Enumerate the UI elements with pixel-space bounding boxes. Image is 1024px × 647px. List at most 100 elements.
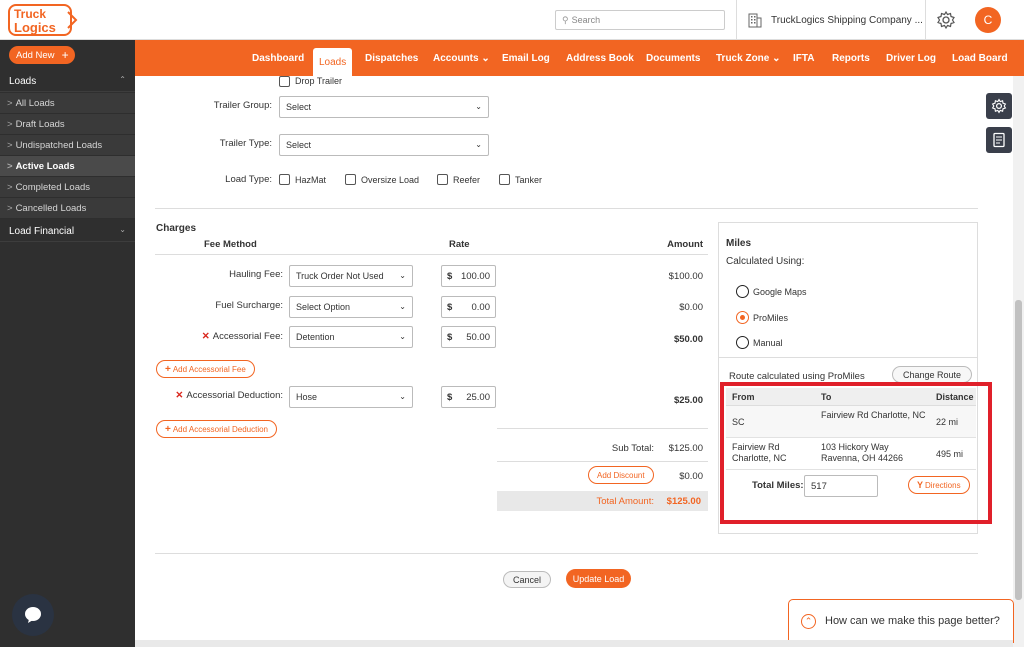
change-route-button[interactable]: Change Route [892,366,973,383]
sidebar-header-load-financial[interactable]: Load Financial ⌄ [0,221,135,242]
chevron-right-icon: > [7,160,13,172]
promiles-label: ProMiles [753,313,789,323]
add-new-button[interactable]: Add New + [9,46,75,64]
accessorial-deduction-method-select[interactable]: Hose ⌄ [289,386,413,408]
sidebar-item-draft-loads[interactable]: > Draft Loads [0,114,135,135]
hauling-fee-rate-input[interactable]: $ 100.00 [441,265,496,287]
nav-dashboard[interactable]: Dashboard [252,40,304,76]
calculated-using-label: Calculated Using: [726,256,805,267]
hazmat-label: HazMat [295,175,327,185]
chevron-right-icon: > [7,118,13,130]
add-accessorial-fee-button[interactable]: + Add Accessorial Fee [156,360,255,378]
sidebar-item-label: Active Loads [15,160,75,172]
remove-x-icon[interactable]: ✕ [175,390,183,401]
feedback-widget[interactable]: ⌃ How can we make this page better? [788,599,1014,643]
charges-title: Charges [156,223,197,234]
nav-truck-zone[interactable]: Truck Zone ⌄ [716,40,781,76]
sidebar-item-completed-loads[interactable]: > Completed Loads [0,177,135,198]
nav-reports[interactable]: Reports [832,40,870,76]
accessorial-fee-method-select[interactable]: Detention ⌄ [289,326,413,348]
nav-documents[interactable]: Documents [646,40,700,76]
sidebar-header-loads-label: Loads [9,75,37,87]
fuel-surcharge-label: Fuel Surcharge: [215,300,283,311]
promiles-radio[interactable] [736,311,749,324]
sidebar-item-cancelled-loads[interactable]: > Cancelled Loads [0,198,135,219]
accessorial-fee-rate-input[interactable]: $ 50.00 [441,326,496,348]
plus-icon: + [165,423,171,435]
sidebar-item-all-loads[interactable]: > All Loads [0,93,135,114]
search-placeholder: Search [571,15,601,25]
trailer-group-select[interactable]: Select ⌄ [279,96,489,118]
hauling-fee-method-value: Truck Order Not Used [296,271,384,281]
sidebar-item-label: Undispatched Loads [15,139,103,151]
building-icon [748,13,762,28]
settings-float-button[interactable] [986,93,1012,119]
add-new-label: Add New [16,49,55,61]
nav-ifta[interactable]: IFTA [793,40,814,76]
subtotal-amount: $125.00 [668,443,703,454]
accessorial-deduction-label: Accessorial Deduction: [186,390,283,401]
nav-truck-zone-label: Truck Zone [716,52,770,64]
scrollbar-thumb[interactable] [1015,300,1022,600]
oversize-load-label: Oversize Load [361,175,420,185]
chevron-down-icon: ⌄ [475,102,482,111]
miles-divider [718,357,978,358]
fuel-surcharge-method-select[interactable]: Select Option ⌄ [289,296,413,318]
document-icon [993,132,1005,148]
manual-radio[interactable] [736,336,749,349]
chevron-down-icon: ⌄ [399,271,406,280]
company-selector[interactable]: TruckLogics Shipping Company ... [736,0,926,40]
trailer-type-label: Trailer Type: [219,138,272,149]
sidebar-item-label: Cancelled Loads [15,202,87,214]
accessorial-deduction-method-value: Hose [296,392,318,402]
miles-title: Miles [726,238,752,249]
accessorial-deduction-rate-input[interactable]: $ 25.00 [441,386,496,408]
hazmat-checkbox[interactable] [279,174,290,185]
google-maps-radio[interactable] [736,285,749,298]
nav-email-log[interactable]: Email Log [502,40,550,76]
chevron-down-icon: ⌄ [475,140,482,149]
notes-float-button[interactable] [986,127,1012,153]
reefer-checkbox[interactable] [437,174,448,185]
cancel-label: Cancel [512,574,541,585]
search-input[interactable]: ⚲ Search [555,10,725,30]
nav-accounts[interactable]: Accounts ⌄ [433,40,490,76]
nav-address-book[interactable]: Address Book [566,40,634,76]
oversize-load-checkbox[interactable] [345,174,356,185]
chat-button[interactable] [12,594,54,636]
user-avatar[interactable]: C [975,7,1001,33]
highlight-box [720,382,992,524]
sidebar-item-active-loads[interactable]: > Active Loads [0,156,135,177]
fuel-surcharge-rate-value: 0.00 [471,301,491,313]
cancel-button[interactable]: Cancel [503,571,551,588]
accessorial-fee-label: Accessorial Fee: [212,331,283,342]
chevron-up-icon: ⌃ [119,75,126,84]
update-load-button[interactable]: Update Load [566,569,631,588]
nav-dispatches[interactable]: Dispatches [365,40,418,76]
total-amount: $125.00 [666,496,701,507]
main-nav: Dashboard Loads Dispatches Accounts ⌄ Em… [135,40,1024,76]
fuel-surcharge-rate-input[interactable]: $ 0.00 [441,296,496,318]
settings-gear-icon[interactable] [936,10,956,30]
trucklogics-logo[interactable]: Truck Logics [8,4,78,36]
remove-x-icon[interactable]: ✕ [202,331,210,342]
nav-load-board[interactable]: Load Board [952,40,1008,76]
sidebar: Add New + Loads ⌃ > All Loads > Draft Load… [0,40,135,647]
trailer-type-select[interactable]: Select ⌄ [279,134,489,156]
nav-driver-log[interactable]: Driver Log [886,40,936,76]
hauling-fee-method-select[interactable]: Truck Order Not Used ⌄ [289,265,413,287]
top-header: Truck Logics ⚲ Search TruckLogics Shippi… [0,0,1024,40]
load-type-label: Load Type: [225,174,272,185]
tanker-checkbox[interactable] [499,174,510,185]
nav-loads[interactable]: Loads [313,48,353,76]
fuel-surcharge-amount: $0.00 [679,302,703,313]
drop-trailer-checkbox[interactable] [279,76,290,87]
logo-text-bottom: Logics [14,20,56,35]
hauling-fee-label: Hauling Fee: [229,269,283,280]
add-accessorial-deduction-button[interactable]: + Add Accessorial Deduction [156,420,278,438]
horizontal-scrollbar[interactable] [135,640,1013,647]
sidebar-item-undispatched-loads[interactable]: > Undispatched Loads [0,135,135,156]
feedback-text: How can we make this page better? [825,615,1000,627]
change-route-label: Change Route [903,369,962,380]
sidebar-header-loads[interactable]: Loads ⌃ [0,71,135,92]
